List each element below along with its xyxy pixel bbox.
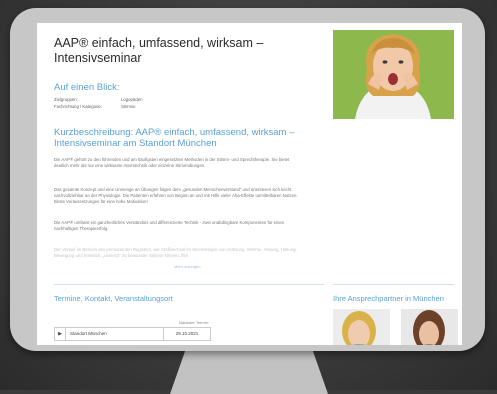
section-divider (333, 284, 454, 285)
description-paragraph: Das gesamte Konzept und eine Unmenge an … (54, 187, 298, 204)
description-paragraph: Die AAP® umfasst ein ganzheitliches Vers… (54, 220, 285, 231)
overview-key: Fachrichtung / Kategorie: (54, 104, 103, 109)
section-divider (54, 284, 324, 285)
description-heading: Kurzbeschreibung: AAP® einfach, umfassen… (54, 127, 295, 149)
next-date-header: Nächster Termin: (178, 320, 209, 325)
contacts-heading: Ihre Ansprechpartner in München (333, 294, 444, 303)
overview-row: Fachrichtung / Kategorie: Stimme (54, 104, 136, 109)
page-title: AAP® einfach, umfassend, wirksam – Inten… (54, 36, 264, 65)
dates-heading: Termine, Kontakt, Veranstaltungsort (54, 294, 173, 303)
overview-heading: Auf einen Blick: (54, 82, 120, 93)
contact-photo-1[interactable] (333, 309, 390, 345)
contact-avatar-2 (401, 309, 458, 345)
date-cell: 29.10.2021 (175, 331, 199, 336)
overview-value: Stimme (121, 104, 136, 109)
show-more-link[interactable]: Mehr anzeigen (174, 264, 200, 269)
hero-image-woman-calling (333, 30, 454, 119)
contact-avatar-1 (333, 309, 390, 345)
dates-row[interactable]: ▶ Standort München 29.10.2021 (54, 327, 211, 341)
location-cell: Standort München (66, 328, 164, 340)
description-faded-paragraph: Der Verlauf im Bereich des permanenten R… (54, 247, 297, 258)
monitor-stand (170, 349, 328, 394)
overview-row: Zielgruppen: Logopäden (54, 97, 143, 102)
overview-key: Zielgruppen: (54, 97, 78, 102)
dates-table: Nächster Termin: ▶ Standort München 29.1… (54, 320, 211, 341)
contact-photo-2[interactable] (401, 309, 458, 345)
overview-value: Logopäden (121, 97, 143, 102)
chevron-right-icon[interactable]: ▶ (55, 328, 66, 340)
hero-illustration (333, 30, 454, 119)
description-paragraph: Die AAP® gehört zu den führenden und am … (54, 157, 290, 168)
webpage-screen: AAP® einfach, umfassend, wirksam – Inten… (37, 23, 462, 345)
